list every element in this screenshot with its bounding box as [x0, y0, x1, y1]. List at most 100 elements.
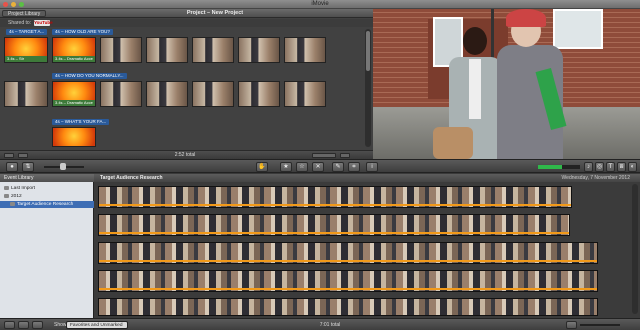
storyboard-row: 4s – WHAT'S YOUR FA...	[2, 117, 364, 149]
fullscreen-event-icon[interactable]	[32, 321, 43, 329]
video-clip[interactable]	[238, 37, 280, 63]
show-filter-select[interactable]: Favorites and Unmarked	[66, 321, 128, 329]
title-clip[interactable]	[52, 127, 96, 147]
clip-filmstrip[interactable]	[98, 242, 598, 264]
info-icon[interactable]: i	[366, 162, 378, 172]
project-panel: Project Library Project – New Project Sh…	[0, 9, 373, 159]
camera-import-icon[interactable]: ●	[6, 162, 18, 172]
storyboard-row: 4s – HOW DO YOU NORMALLY... 3.4s – Drama…	[2, 73, 364, 115]
theme-title-tag[interactable]: 4s – HOW DO YOU NORMALLY...	[52, 73, 127, 79]
viewer-hat	[506, 9, 546, 27]
theme-title-tag[interactable]: 4s – HOW OLD ARE YOU?	[52, 29, 113, 35]
event-item-label: Last Import	[11, 186, 35, 191]
project-footer: 2:52 total	[0, 150, 373, 159]
project-title: Project – New Project	[186, 10, 244, 16]
keyword-icon[interactable]: ✎	[332, 162, 344, 172]
preview-viewer[interactable]	[373, 9, 640, 159]
play-event-icon[interactable]	[18, 321, 29, 329]
favorite-marker	[99, 288, 597, 290]
event-library-title: Event Library	[0, 174, 94, 182]
event-item-year[interactable]: 2012	[0, 193, 94, 200]
event-title: Target Audience Research	[100, 175, 163, 181]
unmark-icon[interactable]: ☆	[296, 162, 308, 172]
event-icon	[10, 201, 15, 206]
project-scrollbar[interactable]	[365, 29, 371, 147]
main-toolbar: ● ⇅ ✋ ★ ☆ ✕ ✎ ⌗ i ♪ ◎ T ⧈ ◐	[0, 159, 640, 173]
browser-zoom-slider[interactable]	[580, 324, 620, 326]
video-clip[interactable]	[146, 81, 188, 107]
storyboard-row: 4s – TARGET A... 4s – HOW OLD ARE YOU? 3…	[2, 29, 364, 71]
clip-filmstrip[interactable]	[98, 214, 570, 236]
project-header: Project Library Project – New Project	[0, 9, 373, 18]
transition-icon[interactable]: ⧈	[617, 162, 626, 172]
event-browser-header: Target Audience Research Wednesday, 7 No…	[94, 174, 640, 182]
favorite-marker	[99, 260, 597, 262]
video-clip[interactable]	[100, 81, 142, 107]
event-browser[interactable]: Target Audience Research Wednesday, 7 No…	[94, 174, 640, 318]
clip-duration-bar: 3.4s – Str	[5, 56, 47, 62]
window-title: iMovie	[311, 1, 329, 7]
slider-knob-icon[interactable]	[60, 163, 66, 170]
swap-panels-icon[interactable]: ⇅	[22, 162, 34, 172]
title-clip[interactable]: 3.4s – Dramatic Acce	[52, 37, 96, 63]
clip-duration-bar: 3.4s – Dramatic Acce	[53, 56, 95, 62]
crop-icon[interactable]: ⌗	[348, 162, 360, 172]
youtube-icon[interactable]: YouTube	[34, 20, 53, 26]
video-clip[interactable]	[284, 37, 326, 63]
favorite-marker	[99, 204, 571, 206]
disclosure-triangle-icon[interactable]	[4, 193, 9, 198]
shared-to-label: Shared to:	[8, 20, 32, 26]
project-zoom-slider[interactable]	[312, 153, 336, 158]
scroll-thumb[interactable]	[366, 31, 370, 71]
video-clip[interactable]	[192, 81, 234, 107]
title-clip[interactable]: 3.4s – Str	[4, 37, 48, 63]
clip-filmstrip[interactable]	[98, 186, 572, 208]
theme-title-tag[interactable]: 4s – WHAT'S YOUR FA...	[52, 119, 110, 125]
project-layout-button[interactable]	[340, 153, 350, 158]
audio-meter-level	[538, 165, 562, 169]
viewer-person-head	[463, 27, 487, 55]
browser-layout-icon[interactable]	[566, 321, 577, 329]
project-storyboard[interactable]: 4s – TARGET A... 4s – HOW OLD ARE YOU? 3…	[2, 29, 364, 149]
shared-to-bar: Shared to: YouTube	[0, 19, 373, 27]
event-item-label: Target Audience Research	[17, 202, 74, 207]
fullscreen-play-button[interactable]	[18, 153, 28, 158]
favorite-marker	[99, 232, 569, 234]
project-total-duration: 2:52 total	[174, 152, 196, 158]
event-item-label: 2012	[11, 194, 22, 199]
video-clip[interactable]	[284, 81, 326, 107]
clip-filmstrip[interactable]	[98, 270, 598, 292]
clip-filmstrip[interactable]	[98, 298, 598, 316]
title-icon[interactable]: T	[606, 162, 615, 172]
event-library: Event Library Last Import 2012 Target Au…	[0, 174, 94, 318]
event-item-last-import[interactable]: Last Import	[0, 185, 94, 192]
event-date: Wednesday, 7 November 2012	[561, 175, 630, 181]
title-clip[interactable]: 3.4s – Dramatic Acce	[52, 81, 96, 107]
theme-title-tag[interactable]: 4s – TARGET A...	[6, 29, 48, 35]
project-library-button[interactable]: Project Library	[2, 10, 47, 17]
event-browser-scrollbar[interactable]	[632, 184, 638, 314]
reject-icon[interactable]: ✕	[312, 162, 324, 172]
play-project-button[interactable]	[4, 153, 14, 158]
title-bar: iMovie	[0, 0, 640, 9]
bottom-bar: Show: Favorites and Unmarked 7:01 total	[0, 318, 640, 330]
hand-tool-icon[interactable]: ✋	[256, 162, 268, 172]
event-total-duration: 7:01 total	[319, 322, 341, 328]
viewer-person-shirt	[469, 59, 481, 119]
video-clip[interactable]	[4, 81, 48, 107]
event-item-target-audience[interactable]: Target Audience Research	[0, 201, 94, 208]
viewer-window	[553, 9, 603, 49]
mark-favorite-icon[interactable]: ★	[280, 162, 292, 172]
viewer-bag	[433, 127, 473, 159]
video-clip[interactable]	[146, 37, 188, 63]
video-clip[interactable]	[100, 37, 142, 63]
clip-duration-bar: 3.4s – Dramatic Acce	[53, 100, 95, 106]
video-clip[interactable]	[192, 37, 234, 63]
music-icon[interactable]: ♪	[584, 162, 593, 172]
photo-icon[interactable]: ◎	[595, 162, 604, 172]
imovie-window: iMovie Project Library Project – New Pro…	[0, 0, 640, 330]
show-event-library-icon[interactable]	[4, 321, 15, 329]
map-icon[interactable]: ◐	[628, 162, 637, 172]
video-clip[interactable]	[238, 81, 280, 107]
clock-icon	[4, 185, 9, 190]
